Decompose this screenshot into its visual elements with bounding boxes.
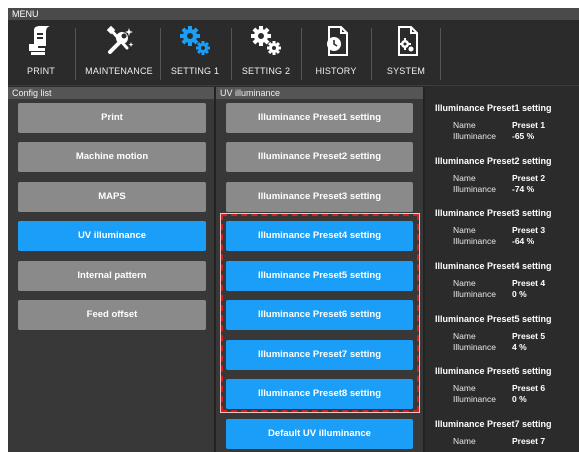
- toolbar-history-label: HISTORY: [315, 66, 357, 76]
- config-item-internal-pattern[interactable]: Internal pattern: [18, 261, 206, 291]
- preset-name-key: Name: [453, 173, 476, 183]
- menu-label: MENU: [8, 8, 579, 20]
- preset3-setting-button[interactable]: Illuminance Preset3 setting: [226, 182, 413, 212]
- preset-detail-block: Illuminance Preset5 setting Name Preset 5…: [435, 314, 579, 353]
- uv-illuminance-header: UV illuminance: [216, 87, 423, 99]
- preset-illuminance-key: Illuminance: [453, 236, 496, 246]
- preset-illuminance-value: -64 %: [512, 236, 535, 246]
- preset-detail-block: Illuminance Preset7 setting Name Preset 7: [435, 419, 579, 447]
- toolbar-system-button[interactable]: SYSTEM: [378, 24, 434, 82]
- preset-illuminance-value: 0 %: [512, 394, 527, 404]
- toolbar: PRINT MAINTENANCE SETTING 1 SETTING 2 HI…: [8, 20, 579, 86]
- preset-name-key: Name: [453, 383, 476, 393]
- history-document-icon: [318, 24, 354, 58]
- preset-detail-block: Illuminance Preset2 setting Name Preset 2…: [435, 156, 579, 195]
- config-item-feed-offset[interactable]: Feed offset: [18, 300, 206, 330]
- toolbar-divider: [371, 28, 372, 80]
- preset-detail-block: Illuminance Preset3 setting Name Preset 3…: [435, 208, 579, 247]
- preset-illuminance-key: Illuminance: [453, 184, 496, 194]
- preset-name-key: Name: [453, 225, 476, 235]
- toolbar-setting2-label: SETTING 2: [241, 66, 291, 76]
- config-item-uv-illuminance[interactable]: UV illuminance: [18, 221, 206, 251]
- preset-name-value: Preset 2: [512, 173, 546, 183]
- app-window: MENU PRINT MAINTENANCE SETTING 1 SETTING…: [8, 8, 579, 452]
- preset-illuminance-value: 4 %: [512, 342, 527, 352]
- preset2-setting-button[interactable]: Illuminance Preset2 setting: [226, 142, 413, 172]
- toolbar-divider: [440, 28, 441, 80]
- preset-detail-title: Illuminance Preset3 setting: [435, 208, 552, 218]
- config-list-header: Config list: [8, 87, 214, 99]
- toolbar-divider: [75, 28, 76, 80]
- highlight-selection-box: [220, 213, 420, 413]
- preset-name-value: Preset 6: [512, 383, 546, 393]
- config-item-print[interactable]: Print: [18, 103, 206, 133]
- default-uv-illuminance-button[interactable]: Default UV illuminance: [226, 419, 413, 449]
- preset-detail-title: Illuminance Preset5 setting: [435, 314, 552, 324]
- preset-detail-title: Illuminance Preset7 setting: [435, 419, 552, 429]
- gears-blue-icon: [177, 24, 213, 58]
- config-item-maps[interactable]: MAPS: [18, 182, 206, 212]
- toolbar-print-button[interactable]: PRINT: [14, 24, 68, 82]
- toolbar-divider: [231, 28, 232, 80]
- preset-detail-title: Illuminance Preset1 setting: [435, 103, 552, 113]
- preset-name-key: Name: [453, 278, 476, 288]
- preset-name-key: Name: [453, 331, 476, 341]
- preset-detail-block: Illuminance Preset6 setting Name Preset 6…: [435, 366, 579, 405]
- toolbar-maintenance-button[interactable]: MAINTENANCE: [82, 24, 156, 82]
- preset-name-key: Name: [453, 436, 476, 446]
- preset-name-value: Preset 4: [512, 278, 546, 288]
- preset-name-key: Name: [453, 120, 476, 130]
- system-document-icon: [388, 24, 424, 58]
- preset-detail-title: Illuminance Preset2 setting: [435, 156, 552, 166]
- toolbar-maintenance-label: MAINTENANCE: [85, 66, 153, 76]
- toolbar-history-button[interactable]: HISTORY: [308, 24, 364, 82]
- toolbar-divider: [160, 28, 161, 80]
- preset-name-value: Preset 7: [512, 436, 546, 446]
- toolbar-system-label: SYSTEM: [386, 66, 426, 76]
- toolbar-setting1-button[interactable]: SETTING 1: [166, 24, 224, 82]
- preset-name-value: Preset 3: [512, 225, 546, 235]
- preset1-setting-button[interactable]: Illuminance Preset1 setting: [226, 103, 413, 133]
- gears-white-icon: [248, 24, 284, 58]
- preset-detail-block: Illuminance Preset1 setting Name Preset 1…: [435, 103, 579, 142]
- preset-detail-title: Illuminance Preset6 setting: [435, 366, 552, 376]
- preset-illuminance-value: -65 %: [512, 131, 535, 141]
- toolbar-divider: [301, 28, 302, 80]
- preset-detail-block: Illuminance Preset4 setting Name Preset 4…: [435, 261, 579, 300]
- preset-illuminance-value: -74 %: [512, 184, 535, 194]
- config-item-machine-motion[interactable]: Machine motion: [18, 142, 206, 172]
- preset-illuminance-key: Illuminance: [453, 342, 496, 352]
- preset-illuminance-key: Illuminance: [453, 131, 496, 141]
- preset-illuminance-key: Illuminance: [453, 394, 496, 404]
- preset-name-value: Preset 5: [512, 331, 546, 341]
- toolbar-setting2-button[interactable]: SETTING 2: [237, 24, 295, 82]
- toolbar-print-label: PRINT: [27, 66, 55, 76]
- toolbar-setting1-label: SETTING 1: [170, 66, 220, 76]
- preset-detail-title: Illuminance Preset4 setting: [435, 261, 552, 271]
- print-icon: [23, 24, 59, 58]
- preset-illuminance-value: 0 %: [512, 289, 527, 299]
- maintenance-tools-icon: [101, 24, 137, 58]
- preset-name-value: Preset 1: [512, 120, 546, 130]
- preset-illuminance-key: Illuminance: [453, 289, 496, 299]
